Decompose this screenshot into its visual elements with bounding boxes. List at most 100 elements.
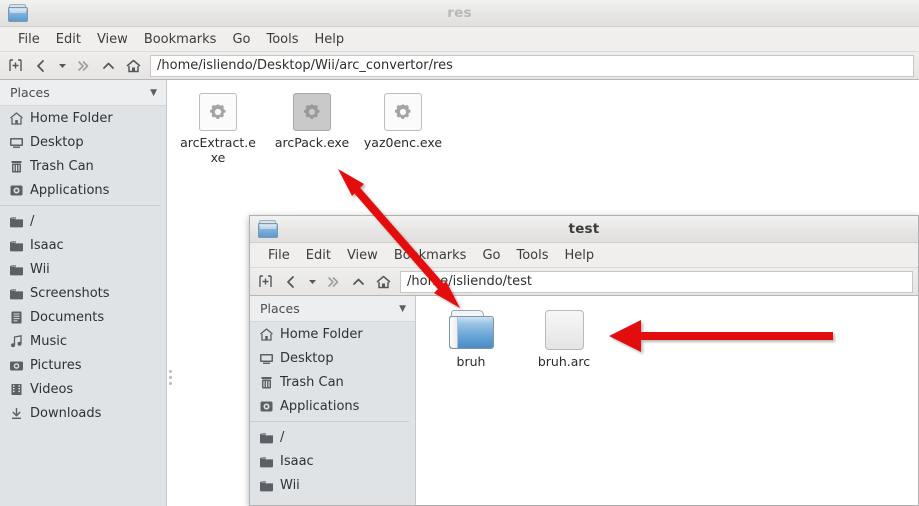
desktop-icon [9,135,24,150]
menubar-test[interactable]: File Edit View Bookmarks Go Tools Help [250,243,918,268]
sidebar-item-label: Isaac [30,237,64,253]
file-item-yaz0enc[interactable]: yaz0enc.exe [360,83,446,150]
sidebar-item-pictures[interactable]: Pictures [0,353,166,377]
sidebar-item-root[interactable]: / [0,209,166,233]
sidebar-item-label: Wii [280,477,300,493]
back-icon[interactable] [278,270,303,294]
home-icon[interactable] [371,270,396,294]
up-icon[interactable] [346,270,371,294]
menu-help[interactable]: Help [307,27,353,52]
pane-divider-grip-res[interactable] [166,365,175,389]
file-name-container: arcPack.exe [269,135,355,150]
sidebar-item-label: Desktop [30,134,84,150]
blank-file-icon [521,302,607,350]
new-tab-icon[interactable] [253,270,278,294]
sidebar-item-isaac[interactable]: Isaac [0,233,166,257]
sidebar-item-music[interactable]: Music [0,329,166,353]
titlebar-test[interactable]: test [250,216,918,243]
folder-icon [9,238,24,253]
menu-tools[interactable]: Tools [508,243,556,268]
path-input-res[interactable]: /home/isliendo/Desktop/Wii/arc_convertor… [150,54,914,77]
exe-gear-icon [175,83,261,131]
menu-view[interactable]: View [339,243,386,268]
chevron-down-icon[interactable]: ▼ [150,88,157,98]
body-test: Places ▼ Home Folder Desktop Trash Can A… [250,296,918,505]
titlebar-res[interactable]: res [0,0,919,27]
home-icon[interactable] [121,54,146,78]
menu-tools[interactable]: Tools [258,27,306,52]
places-label: Places [260,301,300,316]
sidebar-item-documents[interactable]: Documents [0,305,166,329]
sidebar-item-label: Applications [280,398,360,414]
chevron-down-icon[interactable] [303,270,321,294]
file-item-bruh-folder[interactable]: bruh [428,302,514,369]
places-label: Places [10,85,50,100]
menu-edit[interactable]: Edit [48,27,89,52]
folder-icon [259,478,274,493]
file-item-arcpack[interactable]: arcPack.exe [269,83,355,150]
forward-icon[interactable] [71,54,96,78]
sidebar-item-applications[interactable]: Applications [0,178,166,202]
menu-go[interactable]: Go [224,27,258,52]
chevron-down-icon[interactable]: ▼ [399,304,406,314]
up-icon[interactable] [96,54,121,78]
sidebar-item-label: Wii [30,261,50,277]
sidebar-item-root[interactable]: / [250,425,415,449]
new-tab-icon[interactable] [3,54,28,78]
file-item-arcextract[interactable]: arcExtract.exe [175,83,261,165]
menu-bookmarks[interactable]: Bookmarks [386,243,475,268]
back-icon[interactable] [28,54,53,78]
menubar-res[interactable]: File Edit View Bookmarks Go Tools Help [0,27,919,52]
file-area-test[interactable]: bruh bruh.arc [416,296,918,505]
sidebar-item-wii[interactable]: Wii [250,473,415,497]
places-header-test[interactable]: Places ▼ [250,296,415,322]
sidebar-res[interactable]: Places ▼ Home Folder Desktop Trash Can A… [0,80,167,506]
sidebar-item-trash-can[interactable]: Trash Can [250,370,415,394]
home-icon [9,111,24,126]
sidebar-item-wii[interactable]: Wii [0,257,166,281]
sidebar-item-label: Applications [30,182,110,198]
file-item-bruh-arc[interactable]: bruh.arc [521,302,607,369]
sidebar-item-applications[interactable]: Applications [250,394,415,418]
path-input-test[interactable]: /home/isliendo/test [400,270,913,293]
file-manager-window-test[interactable]: test File Edit View Bookmarks Go Tools H… [249,215,919,506]
chevron-down-icon[interactable] [53,54,71,78]
sidebar-item-label: Music [30,333,67,349]
sidebar-item-trash-can[interactable]: Trash Can [0,154,166,178]
sidebar-test[interactable]: Places ▼ Home Folder Desktop Trash Can A… [250,296,416,505]
sidebar-item-isaac[interactable]: Isaac [250,449,415,473]
folder-icon [259,430,274,445]
sidebar-item-screenshots[interactable]: Screenshots [0,281,166,305]
menu-file[interactable]: File [10,27,48,52]
menu-go[interactable]: Go [474,243,508,268]
applications-icon [259,399,274,414]
sidebar-item-videos[interactable]: Videos [0,377,166,401]
places-header-res[interactable]: Places ▼ [0,80,166,106]
toolbar-test[interactable]: /home/isliendo/test [250,268,918,296]
sidebar-item-home-folder[interactable]: Home Folder [0,106,166,130]
menu-edit[interactable]: Edit [298,243,339,268]
exe-gear-icon [269,83,355,131]
folder-icon [9,286,24,301]
forward-icon[interactable] [321,270,346,294]
sidebar-item-desktop[interactable]: Desktop [0,130,166,154]
file-name: bruh [456,354,486,369]
sidebar-item-label: Videos [30,381,74,397]
documents-icon [9,310,24,325]
folder-icon [259,454,274,469]
menu-bookmarks[interactable]: Bookmarks [136,27,225,52]
sidebar-item-downloads[interactable]: Downloads [0,401,166,425]
toolbar-res[interactable]: /home/isliendo/Desktop/Wii/arc_convertor… [0,52,919,80]
menu-view[interactable]: View [89,27,136,52]
menu-file[interactable]: File [260,243,298,268]
sidebar-item-home-folder[interactable]: Home Folder [250,322,415,346]
pictures-icon [9,358,24,373]
sidebar-item-label: / [30,213,35,229]
trash-icon [259,375,274,390]
sidebar-item-label: Desktop [280,350,334,366]
menu-help[interactable]: Help [557,243,603,268]
sidebar-item-label: Documents [30,309,105,325]
folder-icon [9,262,24,277]
sidebar-item-desktop[interactable]: Desktop [250,346,415,370]
desktop-icon [259,351,274,366]
